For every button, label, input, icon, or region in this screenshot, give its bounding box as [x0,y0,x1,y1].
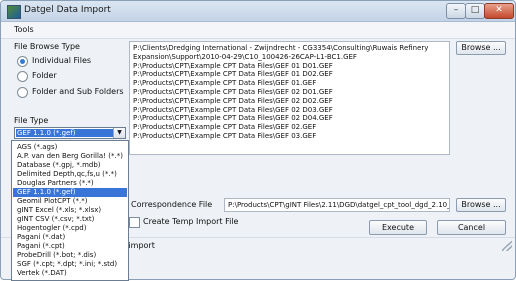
file-type-label: File Type [14,116,49,125]
file-list-item[interactable]: P:\Products\CPT\Example CPT Data Files\G… [133,123,446,132]
file-type-option[interactable]: Delimited Depth,qc,fs,u (*.*) [13,170,127,179]
file-browse-type-label: File Browse Type [14,42,80,51]
close-button[interactable]: ✕ [484,3,514,19]
menu-bar: Tools [1,22,515,39]
file-type-option[interactable]: Pagani (*.dat) [13,233,127,242]
file-list-item[interactable]: P:\Products\CPT\Example CPT Data Files\G… [133,62,446,71]
file-type-option[interactable]: Douglas Partners (*.*) [13,179,127,188]
import-window: Datgel Data Import – □ ✕ Tools File Brow… [0,0,516,281]
file-type-option[interactable]: gINT Excel (*.xls; *.xlsx) [13,206,127,215]
file-type-option[interactable]: Vertek (*.DAT) [13,269,127,278]
maximize-button[interactable]: □ [465,3,485,19]
file-type-dropdown[interactable]: AGS (*.ags) A.P. van den Berg Gorilla! (… [11,140,129,281]
radio-folder-subfolders[interactable] [17,87,28,98]
file-type-option[interactable]: ProbeDrill (*.bot; *.dis) [13,251,127,260]
file-list-item[interactable]: P:\Clients\Dredging International - Zwij… [133,44,446,53]
create-temp-checkbox[interactable] [129,217,140,228]
file-list-item[interactable]: P:\Products\CPT\Example CPT Data Files\G… [133,114,446,123]
file-type-option[interactable]: SGF (*.cpt; *.dpt; *.ini; *.std) [13,260,127,269]
file-list-item[interactable]: P:\Products\CPT\Example CPT Data Files\G… [133,106,446,115]
radio-folder[interactable] [17,71,28,82]
radio-individual-files[interactable] [17,56,28,67]
browse-correspondence-button[interactable]: Browse ... [456,198,506,212]
file-type-option-selected[interactable]: GEF 1.1.0 (*.gef) [13,188,127,197]
title-bar: Datgel Data Import – □ ✕ [1,1,515,22]
file-list-item[interactable]: P:\Products\CPT\Example CPT Data Files\G… [133,88,446,97]
file-list-item[interactable]: P:\Products\CPT\Example CPT Data Files\G… [133,79,446,88]
window-title: Datgel Data Import [24,5,111,15]
cancel-button[interactable]: Cancel [437,220,506,235]
app-icon [7,5,21,19]
file-list-item[interactable]: Expansion\Support\2010-04-29\C10_100426-… [133,53,446,62]
chevron-down-icon[interactable]: ▼ [113,128,125,138]
file-type-option[interactable]: gINT CSV (*.csv; *.txt) [13,215,127,224]
minimize-button[interactable]: – [446,3,466,19]
file-type-selected-value: GEF 1.1.0 (*.gef) [16,129,114,137]
file-type-option[interactable]: AGS (*.ags) [13,143,127,152]
radio-folder-label[interactable]: Folder [32,71,57,80]
radio-folder-subfolders-label[interactable]: Folder and Sub Folders [32,87,124,96]
menu-tools[interactable]: Tools [14,25,34,34]
create-temp-label[interactable]: Create Temp Import File [143,217,238,226]
execute-button[interactable]: Execute [369,220,427,235]
file-list[interactable]: P:\Clients\Dredging International - Zwij… [129,41,450,155]
resize-grip-icon[interactable] [502,241,512,251]
browse-files-button[interactable]: Browse ... [456,41,506,55]
file-type-option[interactable]: Hogentogler (*.cpd) [13,224,127,233]
file-type-select[interactable]: GEF 1.1.0 (*.gef) ▼ [14,127,126,139]
file-type-option[interactable]: Database (*.gpj, *.mdb) [13,161,127,170]
file-type-option[interactable]: Geomil PlotCPT (*.*) [13,197,127,206]
file-type-option[interactable]: Pagani (*.cpt) [13,242,127,251]
radio-individual-files-label[interactable]: Individual Files [32,56,91,65]
file-type-option[interactable]: A.P. van den Berg Gorilla! (*.*) [13,152,127,161]
file-list-item[interactable]: P:\Products\CPT\Example CPT Data Files\G… [133,97,446,106]
file-list-item[interactable]: P:\Products\CPT\Example CPT Data Files\G… [133,132,446,141]
correspondence-file-label: Correspondence File [131,200,213,209]
correspondence-file-input[interactable]: P:\Products\CPT\gINT Files\2.11\DGD\datg… [224,198,450,212]
file-list-item[interactable]: P:\Products\CPT\Example CPT Data Files\G… [133,70,446,79]
